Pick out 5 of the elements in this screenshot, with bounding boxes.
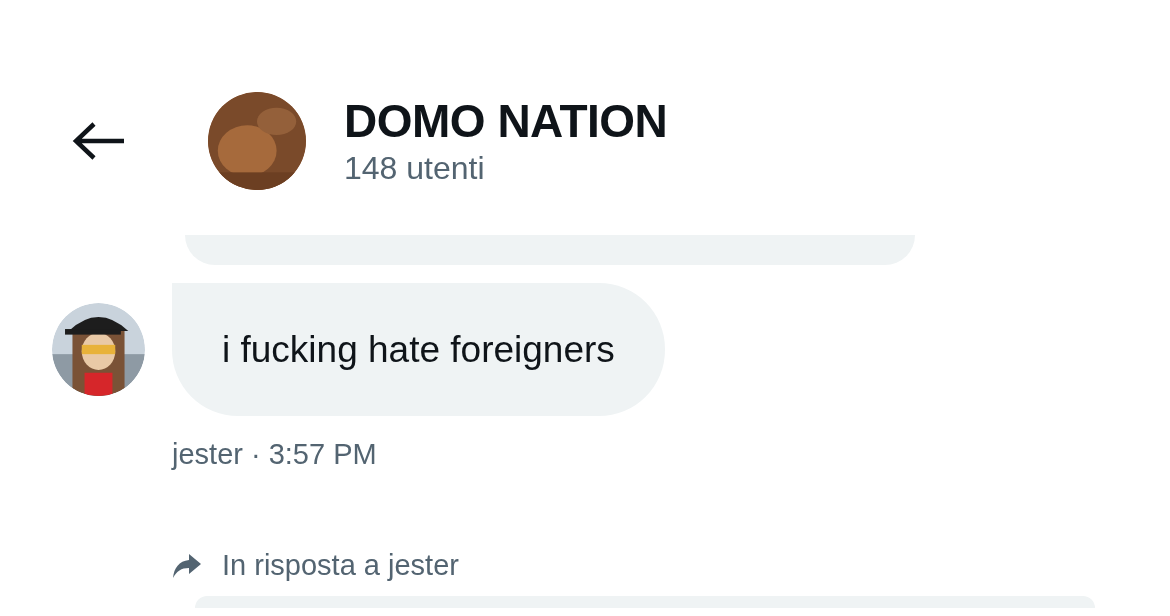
reply-label: In risposta a jester xyxy=(222,549,459,582)
message-bubble: i fucking hate foreigners xyxy=(172,283,665,416)
member-count: 148 utenti xyxy=(344,148,486,188)
message-meta: jester · 3:57 PM xyxy=(172,438,378,471)
group-title: DOMO NATION xyxy=(344,93,668,148)
